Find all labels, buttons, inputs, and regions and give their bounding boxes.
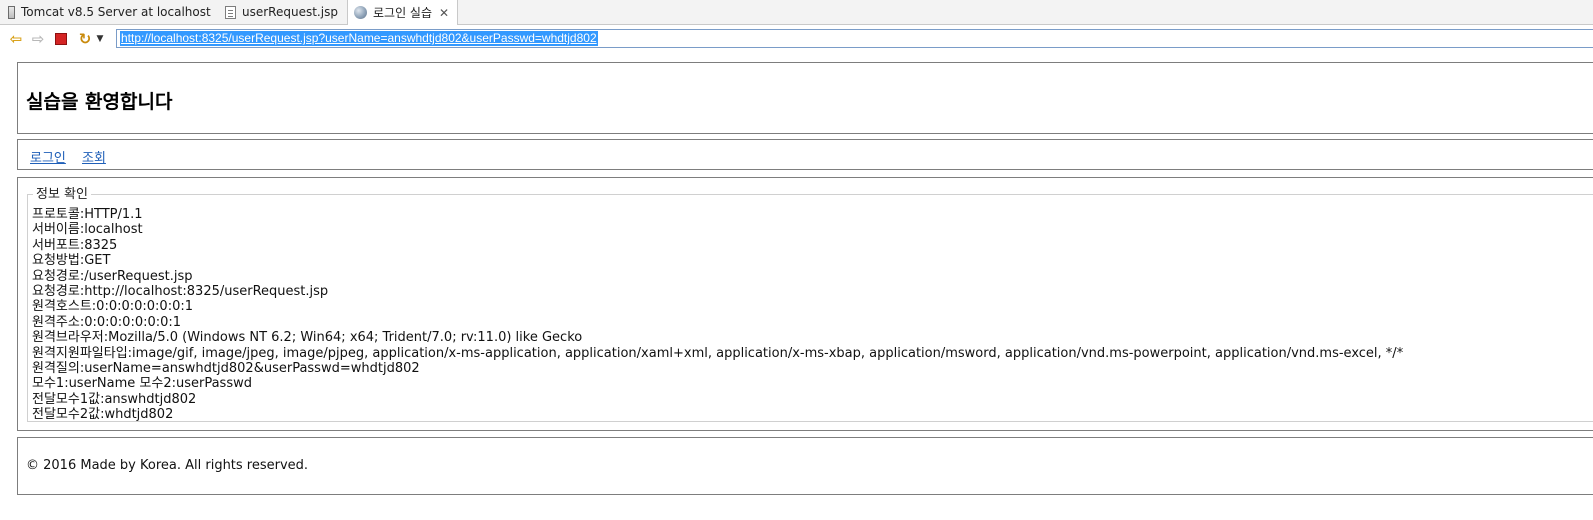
tab-user-request-jsp[interactable]: userRequest.jsp <box>225 0 338 24</box>
stop-icon <box>55 33 67 45</box>
page-viewport: 실습을 환영합니다 로그인 조회 정보 확인 프로토콜:HTTP/1.1 서버이… <box>0 54 1593 520</box>
info-line-remote-host: 원격호스트:0:0:0:0:0:0:0:1 <box>32 299 194 315</box>
info-line-server-name: 서버이름:localhost <box>32 222 143 238</box>
fieldset-legend: 정보 확인 <box>33 186 91 203</box>
info-line-request-url: 요청경로:http://localhost:8325/userRequest.j… <box>32 284 329 300</box>
forward-button[interactable]: ⇨ <box>28 29 48 49</box>
info-line-accept: 원격지원파일타입:image/gif, image/jpeg, image/pj… <box>32 345 1404 361</box>
close-icon[interactable]: ✕ <box>439 6 449 20</box>
main-section: 정보 확인 프로토콜:HTTP/1.1 서버이름:localhost 서버포트:… <box>17 177 1593 431</box>
info-line-params: 모수1:userName 모수2:userPasswd <box>32 376 252 392</box>
server-icon <box>8 5 15 19</box>
jsp-file-icon <box>225 5 236 19</box>
info-lines: 프로토콜:HTTP/1.1 서버이름:localhost 서버포트:8325 요… <box>32 207 1403 423</box>
info-line-server-port: 서버포트:8325 <box>32 237 118 253</box>
tab-label: userRequest.jsp <box>242 5 338 19</box>
refresh-icon: ↻ <box>78 30 92 48</box>
info-line-param2-value: 전달모수2값:whdtjd802 <box>32 407 174 423</box>
stop-button[interactable] <box>51 29 71 49</box>
page-title: 실습을 환영합니다 <box>26 91 173 113</box>
nav-link-lookup[interactable]: 조회 <box>82 147 106 166</box>
globe-icon <box>354 6 367 19</box>
forward-arrow-icon: ⇨ <box>31 30 45 48</box>
info-line-request-uri: 요청경로:/userRequest.jsp <box>32 268 193 284</box>
page-footer: © 2016 Made by Korea. All rights reserve… <box>17 437 1593 495</box>
refresh-dropdown[interactable]: ▼ <box>93 29 107 49</box>
info-fieldset: 정보 확인 프로토콜:HTTP/1.1 서버이름:localhost 서버포트:… <box>27 186 1593 423</box>
info-line-query: 원격질의:userName=answhdtjd802&userPasswd=wh… <box>32 361 420 377</box>
refresh-button[interactable]: ↻ <box>75 29 95 49</box>
nav-link-login[interactable]: 로그인 <box>30 147 66 166</box>
copyright-text: © 2016 Made by Korea. All rights reserve… <box>26 458 309 473</box>
info-line-method: 요청방법:GET <box>32 253 111 269</box>
browser-toolbar: ⇦ ⇨ ↻ ▼ http://localhost:8325/userReques… <box>0 25 1593 53</box>
info-line-param1-value: 전달모수1값:answhdtjd802 <box>32 391 197 407</box>
chevron-down-icon: ▼ <box>96 34 104 44</box>
editor-tab-bar: Tomcat v8.5 Server at localhost userRequ… <box>0 0 1593 25</box>
tab-tomcat-server[interactable]: Tomcat v8.5 Server at localhost <box>8 0 211 24</box>
nav-bar: 로그인 조회 <box>17 139 1593 170</box>
url-input[interactable]: http://localhost:8325/userRequest.jsp?us… <box>116 29 1593 48</box>
tab-label: 로그인 실습 <box>373 6 433 20</box>
page-header: 실습을 환영합니다 <box>17 62 1593 134</box>
url-text[interactable]: http://localhost:8325/userRequest.jsp?us… <box>120 31 598 46</box>
info-line-remote-addr: 원격주소:0:0:0:0:0:0:0:1 <box>32 314 182 330</box>
tab-login-practice[interactable]: 로그인 실습 ✕ <box>347 0 459 25</box>
info-line-user-agent: 원격브라우저:Mozilla/5.0 (Windows NT 6.2; Win6… <box>32 330 583 346</box>
back-button[interactable]: ⇦ <box>6 29 26 49</box>
tab-label: Tomcat v8.5 Server at localhost <box>21 5 211 19</box>
back-arrow-icon: ⇦ <box>9 30 23 48</box>
info-line-protocol: 프로토콜:HTTP/1.1 <box>32 207 143 222</box>
